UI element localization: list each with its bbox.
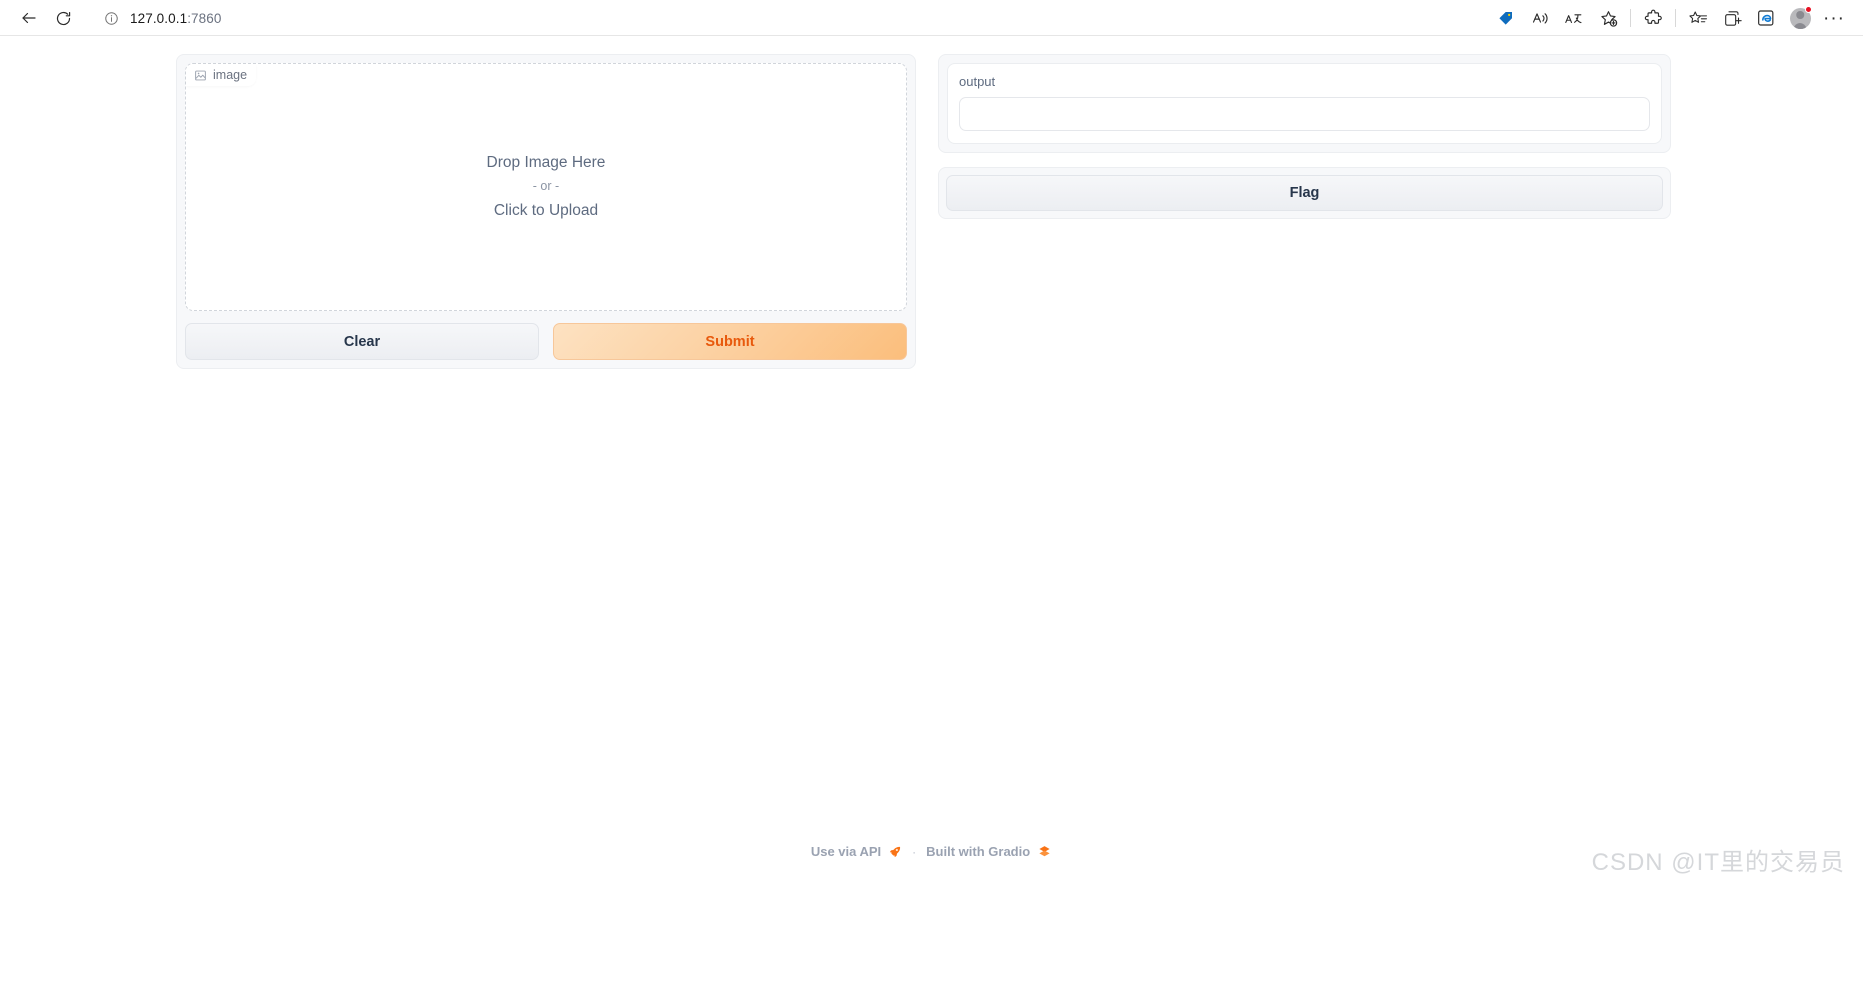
flag-button[interactable]: Flag <box>946 175 1663 211</box>
toolbar-divider-2 <box>1675 9 1676 27</box>
output-card: output <box>947 63 1662 144</box>
drop-or-text: - or - <box>532 179 560 194</box>
collections-icon[interactable] <box>1681 3 1715 33</box>
submit-button[interactable]: Submit <box>553 323 907 360</box>
click-to-upload-text[interactable]: Click to Upload <box>487 199 606 223</box>
output-column: output Flag <box>938 54 1671 219</box>
shopping-tag-icon[interactable] <box>1489 3 1523 33</box>
toolbar-divider <box>1630 9 1631 27</box>
gradio-logo-icon <box>1037 844 1052 859</box>
action-buttons-row: Clear Submit <box>185 323 907 360</box>
back-button[interactable] <box>12 3 46 33</box>
built-with-gradio-link[interactable]: Built with Gradio <box>926 844 1030 859</box>
use-via-api-link[interactable]: Use via API <box>811 844 881 859</box>
footer-separator: · <box>912 844 917 859</box>
output-textbox[interactable] <box>959 97 1650 131</box>
gradio-app: image Drop Image Here - or - Click to Up… <box>0 36 1863 369</box>
url-host: 127.0.0.1 <box>130 10 188 26</box>
watermark: CSDN @IT里的交易员 <box>1591 849 1845 876</box>
clear-button[interactable]: Clear <box>185 323 539 360</box>
main-row: image Drop Image Here - or - Click to Up… <box>0 54 1863 369</box>
dropzone-instructions: Drop Image Here - or - Click to Upload <box>487 151 606 222</box>
refresh-button[interactable] <box>46 3 80 33</box>
browser-toolbar-actions: ··· <box>1489 3 1851 33</box>
output-label: output <box>959 74 996 89</box>
image-icon <box>194 69 207 82</box>
url-text: 127.0.0.1:7860 <box>130 11 222 26</box>
drop-primary-text: Drop Image Here <box>486 154 606 172</box>
profile-avatar[interactable] <box>1783 3 1817 33</box>
browser-toolbar: 127.0.0.1:7860 ··· <box>0 0 1863 36</box>
add-favorite-icon[interactable] <box>1591 3 1625 33</box>
avatar-notification-dot <box>1805 6 1812 13</box>
url-port: :7860 <box>187 10 222 26</box>
address-bar[interactable]: 127.0.0.1:7860 <box>92 4 1483 32</box>
ie-mode-icon[interactable] <box>1749 3 1783 33</box>
translate-icon[interactable] <box>1557 3 1591 33</box>
read-aloud-icon[interactable] <box>1523 3 1557 33</box>
flag-panel: Flag <box>938 167 1671 219</box>
split-screen-icon[interactable] <box>1715 3 1749 33</box>
output-panel: output <box>938 54 1671 153</box>
image-block-label: image <box>186 64 257 86</box>
settings-more-icon[interactable]: ··· <box>1817 3 1851 33</box>
rocket-icon <box>888 845 902 859</box>
extensions-icon[interactable] <box>1636 3 1670 33</box>
image-input-panel: image Drop Image Here - or - Click to Up… <box>176 54 916 369</box>
input-column: image Drop Image Here - or - Click to Up… <box>176 54 916 369</box>
site-info-icon[interactable] <box>102 9 120 27</box>
page-viewport: image Drop Image Here - or - Click to Up… <box>0 36 1863 999</box>
image-dropzone[interactable]: image Drop Image Here - or - Click to Up… <box>185 63 907 311</box>
app-footer: Use via API · Built with Gradio <box>0 844 1863 859</box>
image-block-label-text: image <box>213 68 248 82</box>
